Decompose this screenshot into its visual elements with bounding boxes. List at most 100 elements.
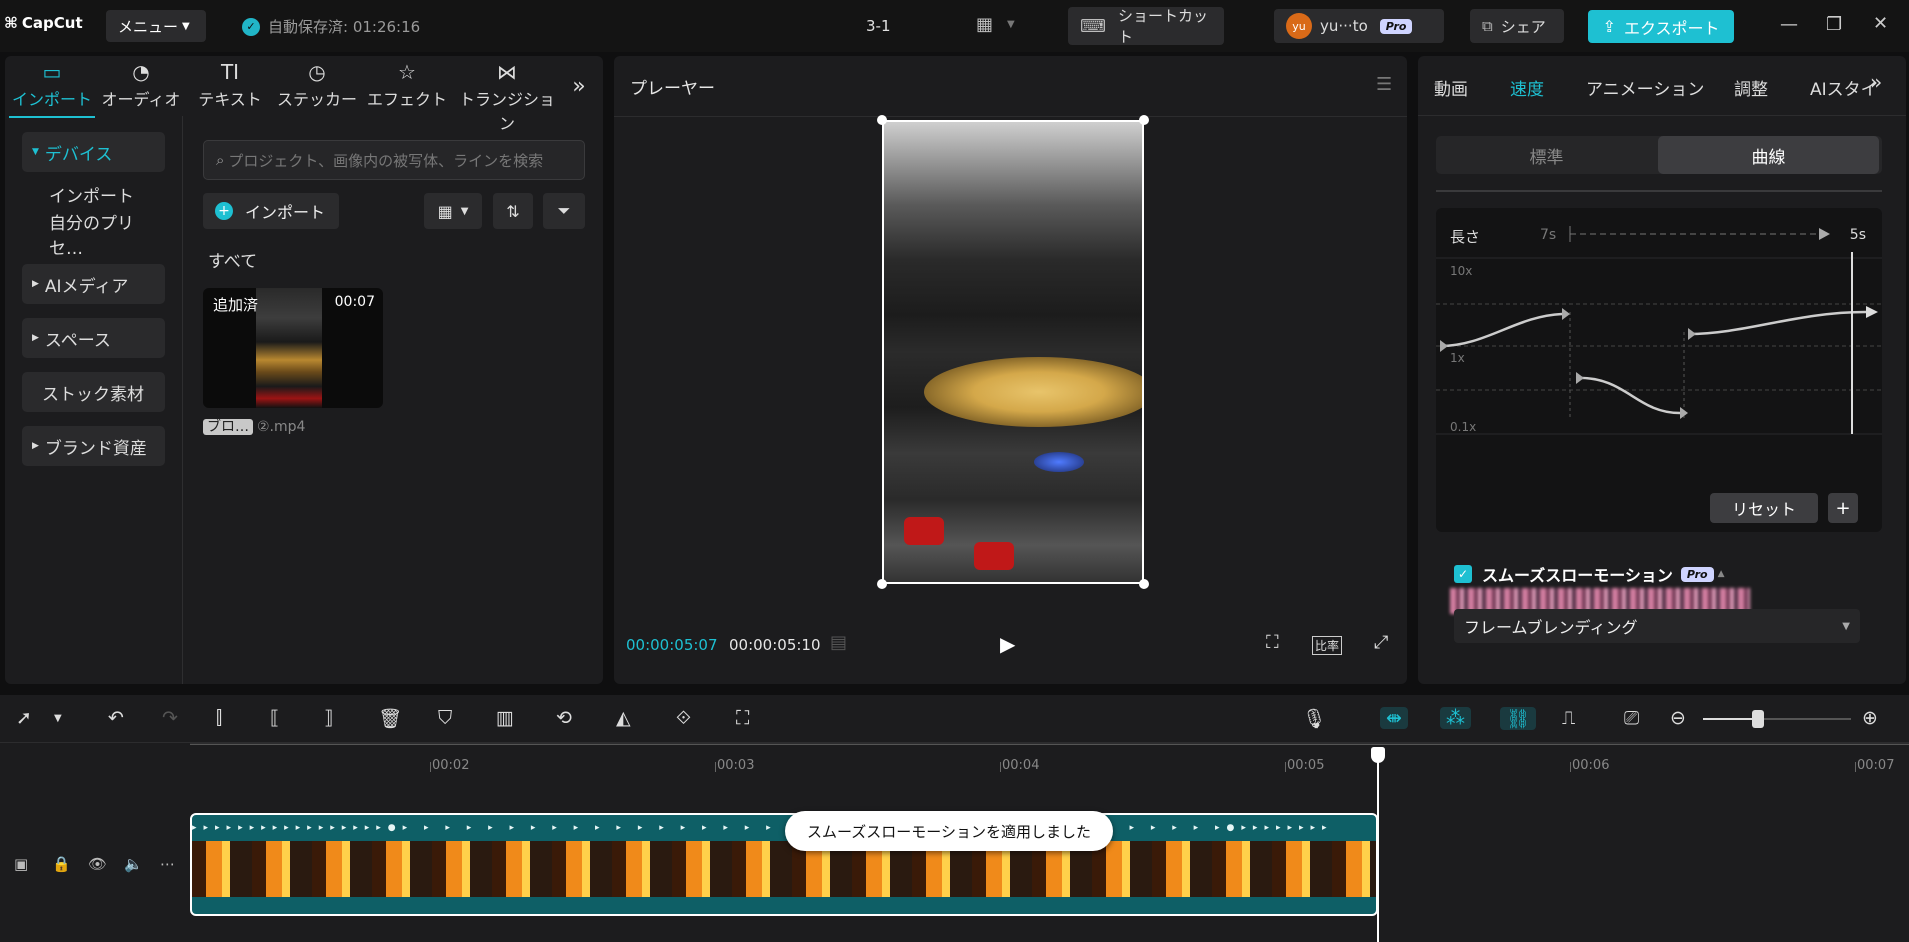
tab-sticker[interactable]: ◷ ステッカー	[275, 60, 359, 110]
eye-icon[interactable]: 👁	[88, 855, 107, 873]
import-button[interactable]: + インポート	[203, 193, 339, 229]
sidebar-item-ai-media[interactable]: ▶ AIメディア	[22, 264, 165, 304]
reverse-icon[interactable]: ⟲	[556, 707, 572, 729]
chevron-down-icon[interactable]: ▼	[54, 713, 62, 724]
media-search[interactable]: ⌕ プロジェクト、画像内の被写体、ラインを検索	[203, 140, 585, 180]
keyboard-icon: ⌨	[1080, 15, 1106, 37]
zoom-out-icon[interactable]: ⊖	[1670, 707, 1686, 729]
auto-snap-icon[interactable]: ⁂	[1440, 707, 1471, 729]
sidebar-item-presets[interactable]: 自分のプリセ…	[22, 214, 165, 259]
resize-handle[interactable]	[877, 115, 887, 125]
player-title: プレーヤー	[630, 79, 715, 99]
layout-button[interactable]: ▦ ▼	[976, 14, 1015, 35]
play-icon[interactable]: ▶	[1000, 632, 1015, 656]
video-clip[interactable]: ▸▸▸▸▸▸▸▸▸▸▸▸▸▸▸▸▸●▸ ▸ ▸ ▸ ▸ ▸ ▸ ▸ ▸ ▸ ▸ …	[190, 813, 1378, 916]
chevron-down-icon: ▼	[1842, 620, 1850, 632]
minimize-icon[interactable]: —	[1780, 14, 1798, 35]
view-mode-button[interactable]: ▦ ▼	[424, 193, 482, 229]
timecode-grid-icon[interactable]: ▤	[830, 632, 847, 653]
smooth-slowmo-toggle[interactable]: ✓ スムーズスローモーション Pro ▲	[1454, 562, 1725, 586]
capcut-logo-icon: ⌘	[4, 14, 18, 32]
video-preview[interactable]	[882, 120, 1144, 584]
undo-icon[interactable]: ↶	[108, 707, 124, 729]
tab-effect[interactable]: ☆ エフェクト	[365, 60, 449, 110]
link-icon[interactable]: ⛓	[1500, 707, 1537, 730]
thumbnail-icon[interactable]: ⎚	[1624, 707, 1639, 729]
split-left-icon[interactable]: ⟦	[270, 707, 279, 729]
layout-icon: ▦	[976, 14, 994, 35]
speaker-icon[interactable]: 🔈	[124, 855, 143, 873]
ruler-tick: 00:04	[999, 758, 1040, 773]
sort-button[interactable]: ⇅	[493, 193, 533, 229]
project-name[interactable]: 3-1	[866, 17, 891, 35]
more-tabs-icon[interactable]: »	[567, 74, 591, 99]
tab-animation[interactable]: アニメーション	[1586, 75, 1704, 100]
fullscreen-icon[interactable]: ⤢	[1374, 632, 1388, 653]
cover-icon[interactable]: ▣	[14, 855, 28, 873]
select-tool-icon[interactable]: ➚	[16, 707, 32, 729]
rotate-icon[interactable]: ⟐	[676, 707, 691, 729]
playhead[interactable]	[1371, 747, 1385, 942]
curve-point	[1688, 328, 1696, 340]
redo-icon[interactable]: ↷	[162, 707, 178, 729]
shortcut-button[interactable]: ⌨ ショートカット	[1068, 7, 1224, 46]
microphone-icon[interactable]: 🎙	[1302, 707, 1326, 730]
menu-button[interactable]: メニュー ▼	[106, 10, 206, 42]
sidebar-item-space[interactable]: ▶ スペース	[22, 318, 165, 358]
tab-speed[interactable]: 速度	[1510, 75, 1544, 100]
zoom-fit-icon[interactable]: ⛶	[1266, 632, 1279, 653]
speed-curve-editor[interactable]: 長さ 7s 5s 10x 1x 0.1x リセット +	[1436, 208, 1882, 532]
checkbox-icon[interactable]: ✓	[1454, 565, 1472, 583]
zoom-slider-knob[interactable]	[1751, 710, 1764, 728]
sidebar-item-brand[interactable]: ▶ ブランド資産	[22, 426, 165, 466]
sidebar-item-device[interactable]: ▼ デバイス	[22, 132, 165, 172]
export-button[interactable]: ⇪ エクスポート	[1588, 10, 1734, 43]
tab-ai-style[interactable]: AIスタイ	[1810, 75, 1878, 100]
crop-icon[interactable]: ⛶	[736, 707, 749, 729]
curve-segment	[1575, 376, 1681, 415]
user-account[interactable]: yu yu···to Pro	[1274, 9, 1444, 43]
tab-video[interactable]: 動画	[1434, 75, 1468, 100]
time-ruler[interactable]: 00:02 00:03 00:04 00:05 00:06 00:07	[190, 743, 1909, 783]
filter-button[interactable]: ⏷	[543, 193, 585, 229]
player-menu-icon[interactable]: ☰	[1376, 74, 1392, 95]
text-icon: TI	[220, 60, 240, 84]
resize-handle[interactable]	[1139, 115, 1149, 125]
zoom-in-icon[interactable]: ⊕	[1862, 707, 1878, 729]
share-button[interactable]: ⧉ シェア	[1470, 9, 1564, 43]
resize-handle[interactable]	[877, 579, 887, 589]
tab-text[interactable]: TI テキスト	[195, 60, 265, 110]
more-icon[interactable]: ⋯	[160, 855, 175, 873]
freeze-icon[interactable]: ▥	[496, 707, 514, 729]
resize-handle[interactable]	[1139, 579, 1149, 589]
delete-icon[interactable]: 🗑	[378, 707, 402, 730]
ruler-tick: 00:06	[1569, 758, 1610, 773]
curve-point	[1576, 372, 1584, 384]
more-tabs-icon[interactable]: »	[1870, 70, 1882, 94]
tab-adjust[interactable]: 調整	[1734, 75, 1768, 100]
reset-button[interactable]: リセット	[1710, 493, 1818, 523]
tab-transition[interactable]: ⋈ トランジション	[453, 60, 561, 134]
preview-axis-icon[interactable]: ⎍	[1562, 707, 1575, 729]
mirror-icon[interactable]: ◭	[616, 707, 631, 729]
split-right-icon[interactable]: ⟧	[324, 707, 333, 729]
close-icon[interactable]: ✕	[1873, 13, 1888, 34]
frame-mode-select[interactable]: フレームブレンディング ▼	[1454, 609, 1860, 643]
mode-curve[interactable]: 曲線	[1658, 136, 1879, 174]
autosave-status: ✓ 自動保存済: 01:26:16	[242, 16, 420, 37]
split-icon[interactable]: ⫿	[216, 707, 222, 729]
mode-standard[interactable]: 標準	[1436, 136, 1657, 174]
media-thumbnail[interactable]: 追加済 00:07	[203, 288, 383, 408]
speed-curve-graph[interactable]	[1436, 208, 1882, 532]
tab-import[interactable]: ▭ インポート	[9, 60, 95, 118]
tab-audio[interactable]: ◔ オーディオ	[99, 60, 183, 110]
sidebar-item-import[interactable]: インポート	[22, 174, 165, 214]
ratio-button[interactable]: 比率	[1312, 636, 1343, 655]
add-point-icon[interactable]: +	[1828, 493, 1858, 523]
restore-icon[interactable]: ❐	[1826, 14, 1842, 35]
sidebar-item-stock[interactable]: ストック素材	[22, 372, 165, 412]
marker-icon[interactable]: ⛉	[438, 707, 452, 729]
zoom-slider[interactable]	[1703, 710, 1851, 728]
lock-icon[interactable]: 🔒	[52, 855, 71, 873]
main-track-magnet-icon[interactable]: ⇼	[1380, 707, 1408, 729]
